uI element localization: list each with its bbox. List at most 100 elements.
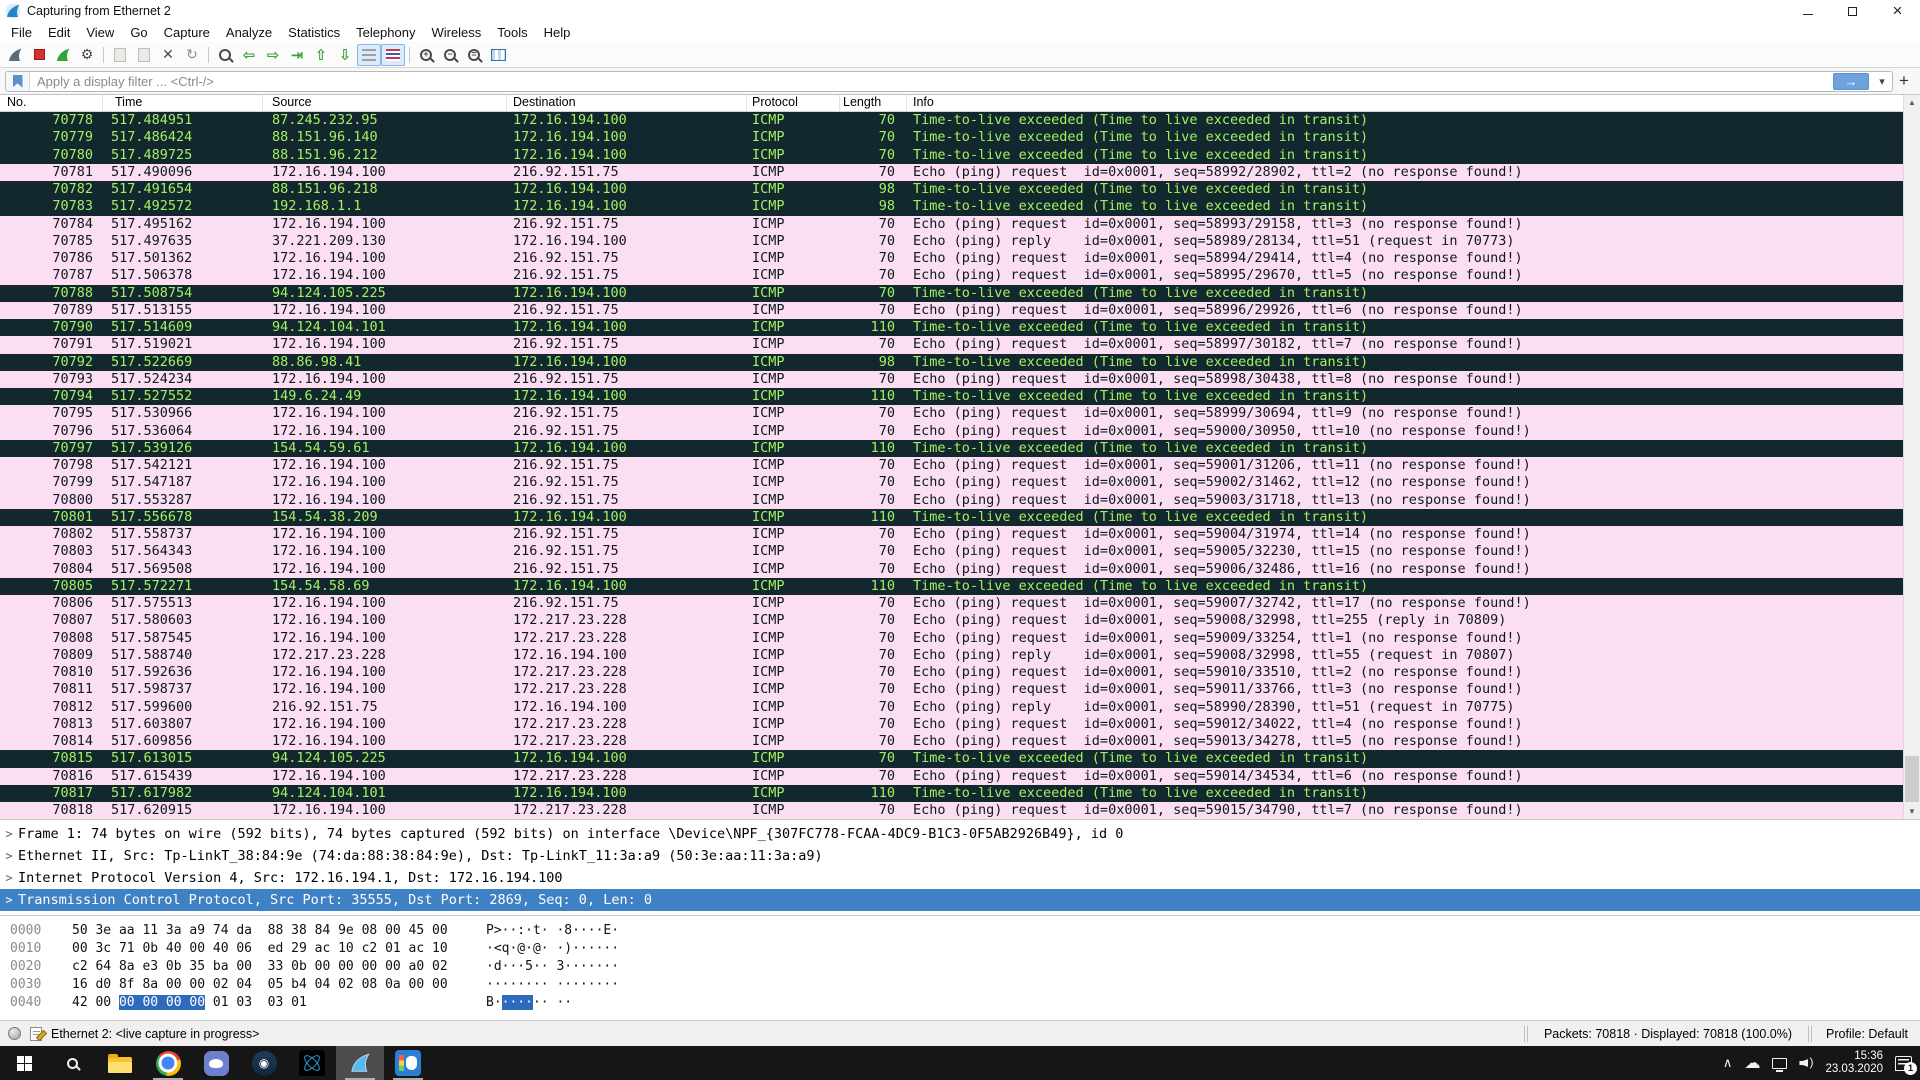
packet-row[interactable]: 70782 517.491654 88.151.96.218 172.16.19… — [0, 181, 1903, 198]
packet-row[interactable]: 70809 517.588740 172.217.23.228 172.16.1… — [0, 647, 1903, 664]
apply-filter-button[interactable]: → — [1833, 73, 1869, 90]
hex-row[interactable]: 0020 c2 64 8a e3 0b 35 ba 00 33 0b 00 00… — [0, 958, 1920, 976]
go-first-packet-button[interactable]: ⇧ — [309, 44, 333, 66]
packet-row[interactable]: 70795 517.530966 172.16.194.100 216.92.1… — [0, 405, 1903, 422]
menu-item[interactable]: Wireless — [423, 23, 489, 42]
zoom-reset-button[interactable]: = — [462, 44, 486, 66]
packet-row[interactable]: 70792 517.522669 88.86.98.41 172.16.194.… — [0, 354, 1903, 371]
speaker-icon[interactable] — [1799, 1057, 1813, 1069]
packet-row[interactable]: 70813 517.603807 172.16.194.100 172.217.… — [0, 716, 1903, 733]
scrollbar-thumb[interactable] — [1905, 756, 1919, 802]
taskbar-discord-button[interactable] — [192, 1046, 240, 1080]
zoom-in-button[interactable]: + — [414, 44, 438, 66]
packet-row[interactable]: 70802 517.558737 172.16.194.100 216.92.1… — [0, 526, 1903, 543]
packet-row[interactable]: 70790 517.514609 94.124.104.101 172.16.1… — [0, 319, 1903, 336]
taskbar-explorer-button[interactable] — [96, 1046, 144, 1080]
find-packet-button[interactable] — [213, 44, 237, 66]
packet-row[interactable]: 70807 517.580603 172.16.194.100 172.217.… — [0, 612, 1903, 629]
packet-row[interactable]: 70804 517.569508 172.16.194.100 216.92.1… — [0, 561, 1903, 578]
scroll-up-icon[interactable]: ▲ — [1904, 95, 1920, 110]
detail-line[interactable]: > Internet Protocol Version 4, Src: 172.… — [0, 867, 1920, 889]
start-button[interactable] — [0, 1046, 48, 1080]
packet-row[interactable]: 70818 517.620915 172.16.194.100 172.217.… — [0, 802, 1903, 819]
action-center-icon[interactable]: 1 — [1895, 1056, 1912, 1071]
packet-row[interactable]: 70803 517.564343 172.16.194.100 216.92.1… — [0, 543, 1903, 560]
packet-row[interactable]: 70798 517.542121 172.16.194.100 216.92.1… — [0, 457, 1903, 474]
column-header-length[interactable]: Length — [840, 95, 907, 111]
menu-item[interactable]: Go — [122, 23, 155, 42]
hex-row[interactable]: 0010 00 3c 71 0b 40 00 40 06 ed 29 ac 10… — [0, 940, 1920, 958]
detail-line[interactable]: > Transmission Control Protocol, Src Por… — [0, 889, 1920, 911]
filter-dropdown-button[interactable]: ▾ — [1872, 75, 1892, 88]
minimize-button[interactable] — [1785, 0, 1830, 22]
taskbar-app-button[interactable] — [288, 1046, 336, 1080]
go-to-packet-button[interactable]: ⇥ — [285, 44, 309, 66]
packet-list-scrollbar[interactable]: ▲ ▼ — [1903, 95, 1920, 819]
packet-row[interactable]: 70787 517.506378 172.16.194.100 216.92.1… — [0, 267, 1903, 284]
go-back-button[interactable]: ⇦ — [237, 44, 261, 66]
hex-row[interactable]: 0030 16 d0 8f 8a 00 00 02 04 05 b4 04 02… — [0, 976, 1920, 994]
column-header-destination[interactable]: Destination — [507, 95, 747, 111]
onedrive-cloud-icon[interactable]: ☁ — [1744, 1053, 1760, 1073]
packet-row[interactable]: 70805 517.572271 154.54.58.69 172.16.194… — [0, 578, 1903, 595]
packet-row[interactable]: 70808 517.587545 172.16.194.100 172.217.… — [0, 630, 1903, 647]
go-forward-button[interactable]: ⇨ — [261, 44, 285, 66]
network-icon[interactable] — [1772, 1058, 1787, 1069]
packet-row[interactable]: 70779 517.486424 88.151.96.140 172.16.19… — [0, 129, 1903, 146]
filter-bookmark-button[interactable] — [6, 72, 30, 91]
packet-row[interactable]: 70780 517.489725 88.151.96.212 172.16.19… — [0, 147, 1903, 164]
menu-item[interactable]: Statistics — [280, 23, 348, 42]
packet-row[interactable]: 70815 517.613015 94.124.105.225 172.16.1… — [0, 750, 1903, 767]
expander-icon[interactable]: > — [0, 823, 18, 845]
reload-button[interactable]: ↻ — [180, 44, 204, 66]
packet-row[interactable]: 70786 517.501362 172.16.194.100 216.92.1… — [0, 250, 1903, 267]
autoscroll-toggle[interactable] — [357, 44, 381, 66]
column-header-source[interactable]: Source — [263, 95, 507, 111]
packet-row[interactable]: 70801 517.556678 154.54.38.209 172.16.19… — [0, 509, 1903, 526]
packet-row[interactable]: 70794 517.527552 149.6.24.49 172.16.194.… — [0, 388, 1903, 405]
packet-row[interactable]: 70816 517.615439 172.16.194.100 172.217.… — [0, 768, 1903, 785]
scroll-down-icon[interactable]: ▼ — [1904, 804, 1920, 819]
packet-row[interactable]: 70806 517.575513 172.16.194.100 216.92.1… — [0, 595, 1903, 612]
tray-chevron-up-icon[interactable]: ∧ — [1723, 1055, 1733, 1071]
packet-row[interactable]: 70811 517.598737 172.16.194.100 172.217.… — [0, 681, 1903, 698]
taskbar-search-button[interactable] — [48, 1046, 96, 1080]
column-header-info[interactable]: Info — [907, 95, 1903, 111]
capture-comment-icon[interactable] — [30, 1027, 42, 1041]
packet-row[interactable]: 70791 517.519021 172.16.194.100 216.92.1… — [0, 336, 1903, 353]
packet-row[interactable]: 70812 517.599600 216.92.151.75 172.16.19… — [0, 699, 1903, 716]
packet-row[interactable]: 70778 517.484951 87.245.232.95 172.16.19… — [0, 112, 1903, 129]
add-filter-button[interactable]: + — [1893, 71, 1915, 91]
packet-row[interactable]: 70784 517.495162 172.16.194.100 216.92.1… — [0, 216, 1903, 233]
packet-row[interactable]: 70783 517.492572 192.168.1.1 172.16.194.… — [0, 198, 1903, 215]
display-filter-input[interactable]: Apply a display filter ... <Ctrl-/> → ▾ — [5, 71, 1893, 92]
menu-item[interactable]: View — [78, 23, 122, 42]
menu-item[interactable]: Help — [536, 23, 579, 42]
close-button[interactable]: × — [1875, 0, 1920, 22]
hex-row[interactable]: 0000 50 3e aa 11 3a a9 74 da 88 38 84 9e… — [0, 922, 1920, 940]
zoom-out-button[interactable]: − — [438, 44, 462, 66]
packet-row[interactable]: 70796 517.536064 172.16.194.100 216.92.1… — [0, 423, 1903, 440]
packet-row[interactable]: 70793 517.524234 172.16.194.100 216.92.1… — [0, 371, 1903, 388]
restore-button[interactable] — [1830, 0, 1875, 22]
save-file-button[interactable] — [132, 44, 156, 66]
packet-row[interactable]: 70789 517.513155 172.16.194.100 216.92.1… — [0, 302, 1903, 319]
menu-item[interactable]: File — [3, 23, 40, 42]
restart-capture-button[interactable] — [51, 44, 75, 66]
go-last-packet-button[interactable]: ⇩ — [333, 44, 357, 66]
menu-item[interactable]: Capture — [156, 23, 218, 42]
resize-columns-button[interactable] — [486, 44, 510, 66]
start-capture-button[interactable] — [3, 44, 27, 66]
taskbar-clock[interactable]: 15:36 23.03.2020 — [1825, 1050, 1883, 1076]
packet-row[interactable]: 70788 517.508754 94.124.105.225 172.16.1… — [0, 285, 1903, 302]
packet-row[interactable]: 70799 517.547187 172.16.194.100 216.92.1… — [0, 474, 1903, 491]
packet-row[interactable]: 70814 517.609856 172.16.194.100 172.217.… — [0, 733, 1903, 750]
menu-item[interactable]: Analyze — [218, 23, 280, 42]
detail-line[interactable]: > Frame 1: 74 bytes on wire (592 bits), … — [0, 823, 1920, 845]
expander-icon[interactable]: > — [0, 845, 18, 867]
packet-row[interactable]: 70817 517.617982 94.124.104.101 172.16.1… — [0, 785, 1903, 802]
column-header-no[interactable]: No. — [0, 95, 103, 111]
packet-row[interactable]: 70810 517.592636 172.16.194.100 172.217.… — [0, 664, 1903, 681]
menu-item[interactable]: Tools — [489, 23, 535, 42]
taskbar-chrome-button[interactable] — [144, 1046, 192, 1080]
